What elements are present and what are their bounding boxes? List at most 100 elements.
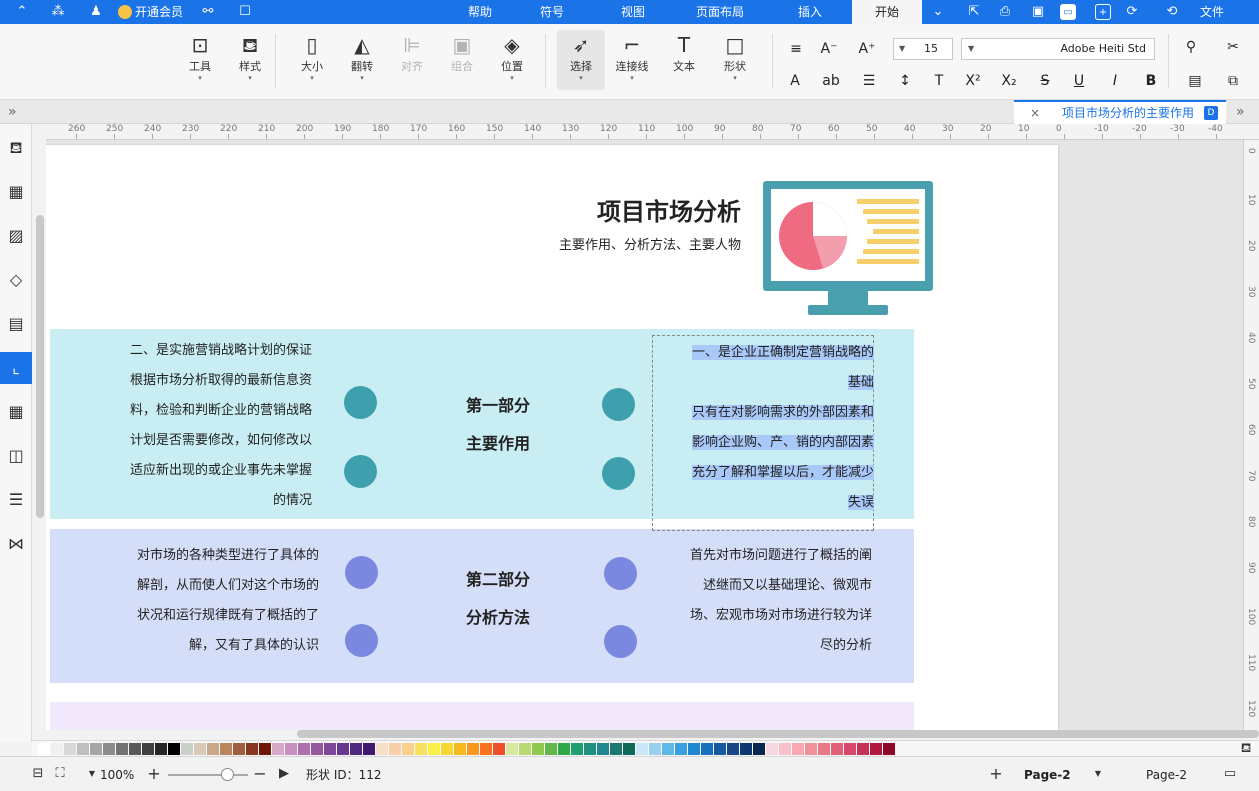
shape-tool[interactable]: □ 形状 ▾: [711, 30, 759, 90]
copy-icon[interactable]: ⧉: [1222, 70, 1244, 92]
select-tool[interactable]: ➶ 选择 ▾: [557, 30, 605, 90]
play-icon[interactable]: ▶: [276, 766, 292, 782]
paste-icon[interactable]: ▤: [1184, 70, 1206, 92]
subscript-button[interactable]: X₂: [998, 70, 1020, 92]
text-tool[interactable]: T 文本: [660, 30, 708, 90]
vip-brand[interactable]: 开通会员: [118, 3, 183, 21]
underline-button[interactable]: U: [1068, 70, 1090, 92]
color-swatch[interactable]: [77, 743, 89, 755]
menu-insert[interactable]: 插入: [790, 0, 830, 24]
part-2-heading[interactable]: 第二部分 分析方法: [438, 561, 558, 637]
font-size-select[interactable]: ▼ 15: [893, 38, 953, 60]
color-swatch[interactable]: [545, 743, 557, 755]
drawing-page[interactable]: 项目市场分析 主要作用、分析方法、主要人物 第一部分 主要作用 第二部分 分析方…: [46, 145, 1058, 730]
font-name-select[interactable]: ▼ Adobe Heiti Std: [961, 38, 1155, 60]
color-swatch[interactable]: [714, 743, 726, 755]
section-1-dot[interactable]: [602, 388, 635, 421]
horizontal-scrollbar[interactable]: [297, 730, 1259, 738]
menu-page-layout[interactable]: 页面布局: [690, 0, 750, 24]
color-swatch[interactable]: [493, 743, 505, 755]
color-swatch[interactable]: [207, 743, 219, 755]
fullscreen-icon[interactable]: ⛶: [52, 766, 68, 782]
color-swatch[interactable]: [519, 743, 531, 755]
font-color-icon[interactable]: A: [784, 70, 806, 92]
page-panel-icon[interactable]: ▭: [1222, 766, 1238, 782]
block-2-right-text[interactable]: 首先对市场问题进行了概括的阐 述继而又以基础理论、微观市 场、宏观市场对市场进行…: [652, 541, 872, 661]
color-swatch[interactable]: [597, 743, 609, 755]
color-swatch[interactable]: [259, 743, 271, 755]
color-swatch[interactable]: [805, 743, 817, 755]
color-swatch[interactable]: [727, 743, 739, 755]
text-case-icon[interactable]: T: [928, 70, 950, 92]
color-swatch[interactable]: [467, 743, 479, 755]
monitor-chart-illustration[interactable]: [763, 181, 933, 317]
align-text-icon[interactable]: ≡: [785, 38, 807, 60]
color-swatch[interactable]: [194, 743, 206, 755]
diagram-title[interactable]: 项目市场分析: [597, 192, 741, 227]
fit-page-icon[interactable]: ⊟: [30, 766, 46, 782]
chevrons-expand-icon[interactable]: »: [8, 104, 17, 120]
section-2-dot[interactable]: [604, 557, 637, 590]
section-1-dot[interactable]: [344, 455, 377, 488]
color-swatch[interactable]: [285, 743, 297, 755]
text-highlight-icon[interactable]: ab: [820, 70, 842, 92]
color-swatch[interactable]: [649, 743, 661, 755]
color-swatch[interactable]: [883, 743, 895, 755]
strike-button[interactable]: S: [1034, 70, 1056, 92]
position-tool[interactable]: ◈ 位置 ▾: [488, 30, 536, 90]
color-swatch[interactable]: [233, 743, 245, 755]
diagram-subtitle[interactable]: 主要作用、分析方法、主要人物: [559, 234, 741, 253]
color-swatch[interactable]: [350, 743, 362, 755]
group-tool[interactable]: ▣ 组合: [438, 30, 486, 90]
gantt-icon[interactable]: ☰: [4, 488, 28, 512]
line-spacing-icon[interactable]: ↕: [894, 70, 916, 92]
tab-document[interactable]: D 项目市场分析的主要作用 ×: [1014, 100, 1226, 124]
color-swatch[interactable]: [792, 743, 804, 755]
bold-button[interactable]: B: [1140, 70, 1162, 92]
more-arrow-icon[interactable]: ⌄: [930, 4, 946, 20]
section-band-3[interactable]: [50, 702, 914, 730]
color-swatch[interactable]: [766, 743, 778, 755]
menu-start[interactable]: 开始: [852, 0, 922, 24]
font-shrink-icon[interactable]: A⁻: [818, 38, 840, 60]
size-tool[interactable]: ▯ 大小 ▾: [288, 30, 336, 90]
shirt-icon[interactable]: ♟: [88, 4, 104, 20]
color-swatch[interactable]: [38, 743, 50, 755]
layers-icon[interactable]: ◇: [4, 268, 28, 292]
section-1-dot[interactable]: [344, 386, 377, 419]
superscript-button[interactable]: X²: [962, 70, 984, 92]
menu-view[interactable]: 视图: [613, 0, 653, 24]
canvas-area[interactable]: 项目市场分析 主要作用、分析方法、主要人物 第一部分 主要作用 第二部分 分析方…: [46, 140, 1243, 730]
page-dropdown-icon[interactable]: ▼: [1090, 766, 1106, 782]
section-1-dot[interactable]: [602, 457, 635, 490]
zoom-dropdown-icon[interactable]: ▼: [84, 766, 100, 782]
color-swatch[interactable]: [246, 743, 258, 755]
tools-tool[interactable]: ⊡ 工具 ▾: [176, 30, 224, 90]
section-2-dot[interactable]: [345, 556, 378, 589]
flip-tool[interactable]: ◭ 翻转 ▾: [338, 30, 386, 90]
page-tab-active[interactable]: Page-2: [1024, 767, 1071, 783]
color-swatch[interactable]: [571, 743, 583, 755]
section-2-dot[interactable]: [604, 625, 637, 658]
color-swatch[interactable]: [558, 743, 570, 755]
zoom-slider[interactable]: [168, 774, 248, 776]
bullet-list-icon[interactable]: ☰: [858, 70, 880, 92]
zoom-level[interactable]: 100%: [100, 767, 134, 783]
style-tool[interactable]: ⛾ 样式 ▾: [226, 30, 274, 90]
mindmap-icon[interactable]: ⋈: [4, 532, 28, 556]
color-swatch[interactable]: [480, 743, 492, 755]
italic-button[interactable]: I: [1104, 70, 1126, 92]
menu-help[interactable]: 帮助: [460, 0, 500, 24]
new-icon[interactable]: +: [1095, 4, 1111, 20]
add-page-icon[interactable]: +: [988, 766, 1004, 782]
color-swatch[interactable]: [454, 743, 466, 755]
document-page-icon[interactable]: ▤: [4, 312, 28, 336]
undo-icon[interactable]: ⟲: [1164, 4, 1180, 20]
color-swatch[interactable]: [506, 743, 518, 755]
color-swatch[interactable]: [402, 743, 414, 755]
part-1-heading[interactable]: 第一部分 主要作用: [438, 387, 558, 463]
color-swatch[interactable]: [844, 743, 856, 755]
color-swatch[interactable]: [740, 743, 752, 755]
color-swatch[interactable]: [662, 743, 674, 755]
color-swatch[interactable]: [870, 743, 882, 755]
